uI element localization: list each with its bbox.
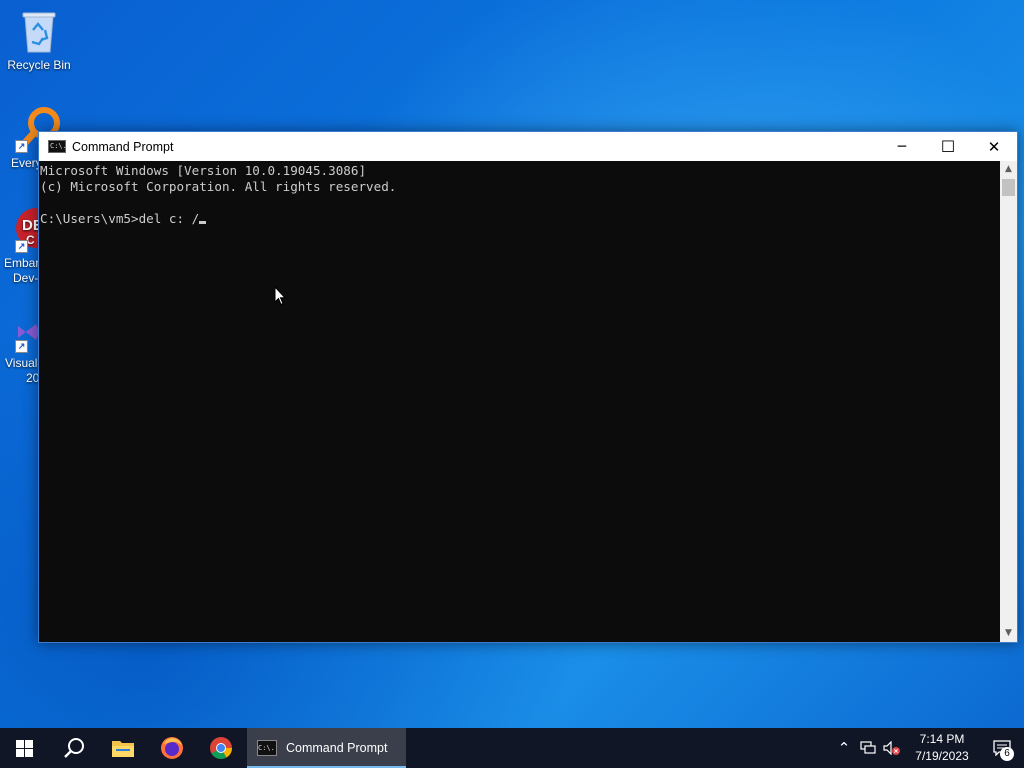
clock[interactable]: 7:14 PM 7/19/2023	[904, 731, 980, 765]
cmd-icon: C:\.	[48, 140, 67, 153]
chrome-icon	[209, 737, 232, 759]
taskbar: C:\. Command Prompt ⌃ 7:14 PM 7/19/2023	[0, 728, 1024, 768]
network-button[interactable]	[856, 728, 880, 768]
close-icon: ✕	[987, 137, 1001, 156]
scroll-down-button[interactable]: ▼	[1000, 625, 1017, 642]
scroll-down-icon: ▼	[1005, 628, 1012, 638]
desktop-icon-label: Recycle Bin	[7, 58, 71, 72]
console-line-version: Microsoft Windows [Version 10.0.19045.30…	[40, 163, 367, 178]
scroll-up-button[interactable]: ▲	[1000, 161, 1017, 178]
text-cursor	[199, 221, 207, 224]
minimize-button[interactable]: ─	[879, 132, 925, 161]
taskbar-app-label: Command Prompt	[286, 741, 388, 755]
scroll-up-icon: ▲	[1005, 164, 1012, 174]
show-hidden-icons-button[interactable]: ⌃	[832, 728, 856, 768]
taskbar-app-command-prompt[interactable]: C:\. Command Prompt	[247, 728, 406, 768]
search-icon	[63, 738, 84, 758]
file-explorer-button[interactable]	[98, 728, 147, 768]
windows-logo-icon	[16, 739, 33, 757]
search-button[interactable]	[49, 728, 98, 768]
system-tray: ⌃ 7:14 PM 7/19/2023 6	[832, 728, 1024, 768]
firefox-icon	[160, 737, 183, 759]
chevron-up-icon: ⌃	[837, 739, 851, 757]
volume-muted-icon	[883, 741, 900, 755]
chrome-button[interactable]	[196, 728, 245, 768]
cmd-icon: C:\.	[257, 740, 277, 756]
action-center-button[interactable]: 6	[980, 728, 1024, 768]
scrollbar-thumb[interactable]	[1002, 179, 1015, 196]
mouse-pointer-icon	[274, 286, 286, 306]
maximize-icon: ☐	[940, 137, 956, 156]
vertical-scrollbar[interactable]: ▲ ▼	[1000, 161, 1017, 642]
desktop-icon-recycle-bin[interactable]: Recycle Bin	[2, 8, 76, 73]
console-output[interactable]: Microsoft Windows [Version 10.0.19045.30…	[39, 161, 1000, 642]
recycle-bin-icon	[22, 12, 56, 53]
notification-count-badge: 6	[1000, 747, 1014, 761]
start-button[interactable]	[0, 728, 49, 768]
maximize-button[interactable]: ☐	[925, 132, 971, 161]
shortcut-arrow-icon: ↗	[15, 240, 28, 253]
volume-button[interactable]	[880, 728, 904, 768]
console-line-copyright: (c) Microsoft Corporation. All rights re…	[40, 179, 397, 194]
folder-icon	[111, 741, 134, 757]
firefox-button[interactable]	[147, 728, 196, 768]
minimize-icon: ─	[897, 138, 907, 155]
network-icon	[860, 741, 876, 754]
close-button[interactable]: ✕	[971, 132, 1017, 161]
console-prompt-line[interactable]: C:\Users\vm5>del c: /	[40, 211, 1000, 227]
clock-time: 7:14 PM	[919, 732, 965, 746]
clock-date: 7/19/2023	[915, 749, 969, 763]
title-bar[interactable]: C:\. Command Prompt ─ ☐ ✕	[39, 132, 1017, 161]
command-prompt-window[interactable]: C:\. Command Prompt ─ ☐ ✕ Microsoft Wind…	[38, 131, 1018, 643]
window-title: Command Prompt	[72, 139, 174, 154]
shortcut-arrow-icon: ↗	[15, 140, 28, 153]
console-command-input[interactable]: C:\Users\vm5>del c: /	[40, 211, 199, 226]
shortcut-arrow-icon: ↗	[15, 340, 28, 353]
